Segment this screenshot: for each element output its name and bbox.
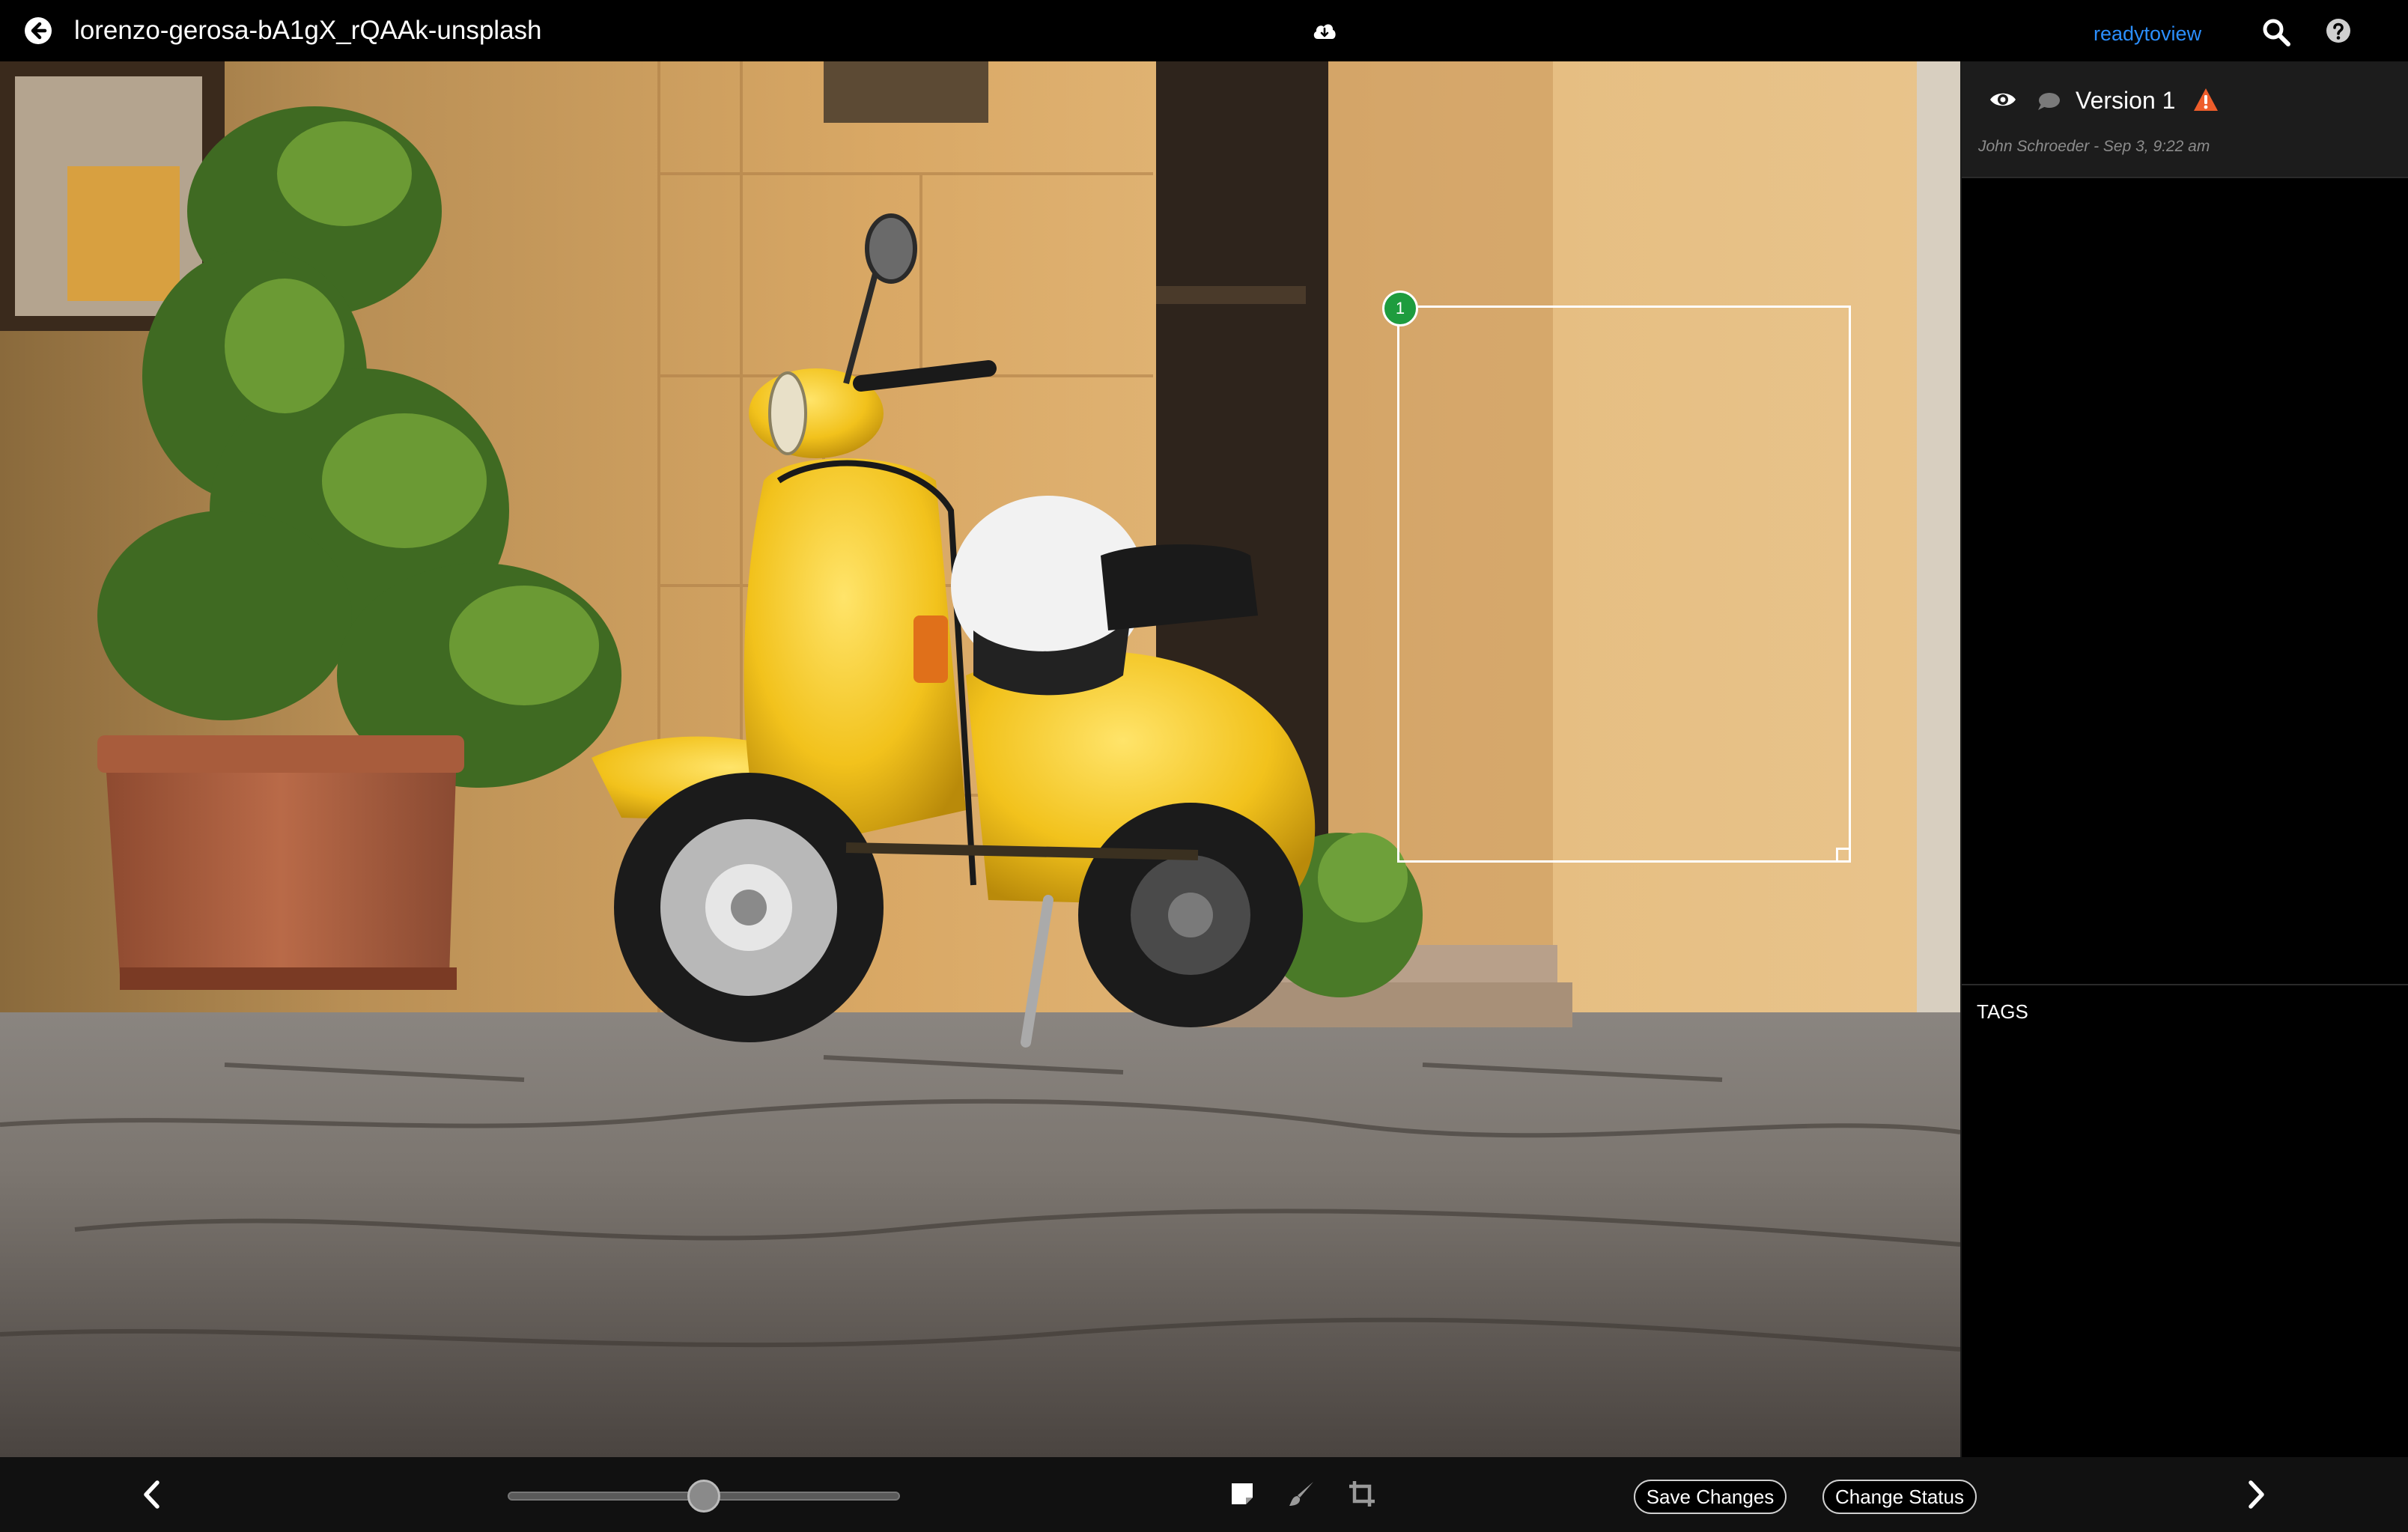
comment-icon[interactable] <box>2037 91 2061 111</box>
tags-heading: TAGS <box>1977 1000 2028 1023</box>
eye-icon[interactable] <box>1989 90 2017 109</box>
bottom-toolbar: Save Changes Change Status <box>0 1457 2408 1532</box>
version-label: Version 1 <box>2076 87 2176 114</box>
chevron-right-icon[interactable] <box>2243 1478 2269 1511</box>
image-canvas[interactable]: 1 <box>0 61 1960 1457</box>
chevron-left-icon[interactable] <box>139 1478 165 1511</box>
resize-handle[interactable] <box>1836 848 1851 863</box>
file-title: lorenzo-gerosa-bA1gX_rQAAk-unsplash <box>74 16 542 45</box>
cloud-download-icon[interactable] <box>1312 19 1337 42</box>
brush-icon[interactable] <box>1288 1480 1316 1508</box>
zoom-slider-thumb[interactable] <box>687 1480 720 1513</box>
annotation-marker[interactable]: 1 <box>1382 291 1418 326</box>
top-bar: lorenzo-gerosa-bA1gX_rQAAk-unsplash read… <box>0 0 2408 61</box>
warning-icon <box>2194 88 2218 111</box>
version-card[interactable]: Version 1 John Schroeder - Sep 3, 9:22 a… <box>1962 61 2408 178</box>
note-icon[interactable] <box>1229 1481 1255 1507</box>
annotation-box[interactable] <box>1397 306 1851 863</box>
side-panel: Version 1 John Schroeder - Sep 3, 9:22 a… <box>1960 61 2408 1457</box>
version-meta: John Schroeder - Sep 3, 9:22 am <box>1978 138 2210 155</box>
crop-icon[interactable] <box>1348 1480 1376 1508</box>
back-arrow-icon[interactable] <box>24 16 52 45</box>
save-changes-button[interactable]: Save Changes <box>1634 1480 1787 1514</box>
change-status-button[interactable]: Change Status <box>1822 1480 1977 1514</box>
status-link[interactable]: readytoview <box>2094 21 2201 46</box>
zoom-slider[interactable] <box>508 1480 900 1513</box>
help-icon[interactable] <box>2326 18 2351 43</box>
search-icon[interactable] <box>2261 17 2291 47</box>
tags-divider <box>1962 984 2408 985</box>
